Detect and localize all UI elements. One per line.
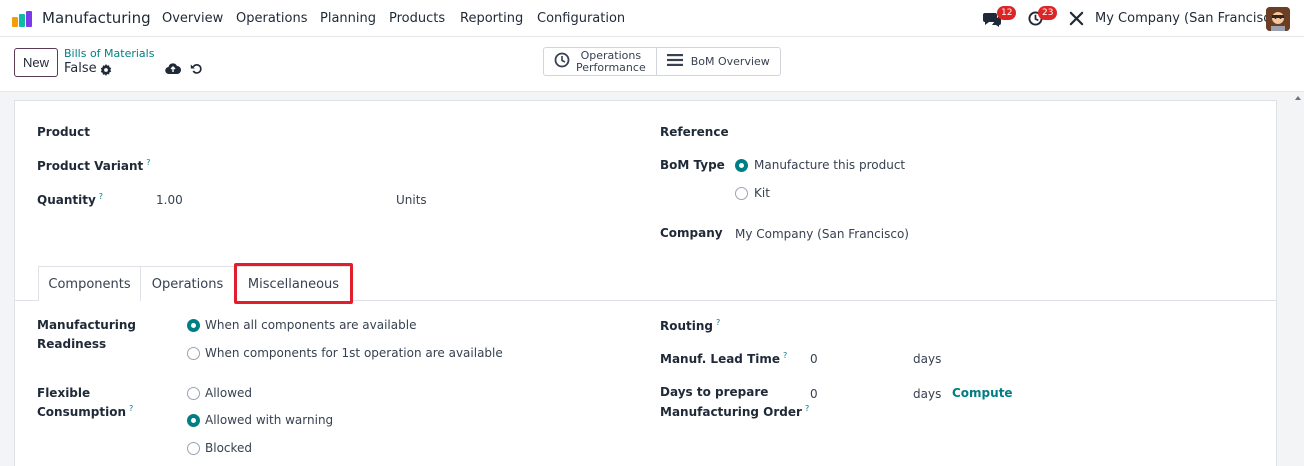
discard-undo-icon[interactable]	[190, 62, 203, 79]
uom-field[interactable]: Units	[396, 193, 427, 207]
top-navbar: Manufacturing Overview Operations Planni…	[0, 0, 1304, 37]
menu-planning[interactable]: Planning	[320, 11, 376, 26]
company-field[interactable]: My Company (San Francisco)	[735, 227, 909, 241]
menu-overview[interactable]: Overview	[162, 11, 223, 26]
save-cloud-icon[interactable]	[165, 62, 181, 79]
new-button[interactable]: New	[14, 48, 58, 77]
bom-type-kit-radio[interactable]	[735, 187, 748, 200]
help-icon[interactable]: ?	[716, 318, 720, 327]
operations-performance-button[interactable]: Operations Performance	[544, 48, 656, 75]
help-icon[interactable]: ?	[805, 404, 809, 413]
user-avatar[interactable]	[1266, 7, 1290, 31]
smart-buttons: Operations Performance BoM Overview	[543, 47, 781, 76]
consumption-blocked-radio[interactable]	[187, 442, 200, 455]
readiness-label-line1: Manufacturing	[37, 318, 136, 332]
record-name: False	[64, 61, 97, 76]
help-icon[interactable]: ?	[146, 158, 150, 167]
form-sheet: Product Product Variant? Quantity? 1.00 …	[14, 100, 1277, 466]
consumption-label-line1: Flexible	[37, 386, 91, 400]
tab-components[interactable]: Components	[38, 266, 141, 301]
consumption-allowed-radio[interactable]	[187, 387, 200, 400]
lead-time-label: Manuf. Lead Time?	[660, 351, 788, 366]
bom-overview-button[interactable]: BoM Overview	[655, 48, 780, 75]
smart-button-label-line2: Performance	[576, 60, 646, 74]
gear-icon[interactable]	[100, 64, 112, 80]
clock-icon	[554, 52, 570, 72]
quantity-label: Quantity?	[37, 192, 104, 207]
consumption-option[interactable]: Allowed with warning	[205, 413, 333, 427]
product-variant-label: Product Variant?	[37, 158, 151, 173]
scroll-up-arrow-icon[interactable]	[1295, 96, 1301, 100]
control-panel: New Bills of Materials False Operations …	[0, 37, 1304, 92]
bom-type-manufacture-radio[interactable]	[735, 159, 748, 172]
help-icon[interactable]: ?	[129, 404, 133, 413]
consumption-warning-radio[interactable]	[187, 414, 200, 427]
bom-type-option[interactable]: Manufacture this product	[754, 158, 905, 172]
help-icon[interactable]: ?	[783, 351, 787, 360]
bom-type-option[interactable]: Kit	[754, 186, 770, 200]
breadcrumb-bills-of-materials[interactable]: Bills of Materials	[64, 47, 154, 60]
menu-reporting[interactable]: Reporting	[460, 11, 523, 26]
prepare-label-line1: Days to prepare	[660, 385, 769, 399]
tools-icon[interactable]	[1069, 11, 1084, 30]
app-name[interactable]: Manufacturing	[42, 9, 151, 27]
consumption-label-line2: Consumption?	[37, 404, 134, 419]
readiness-option[interactable]: When all components are available	[205, 318, 416, 332]
lead-time-unit: days	[913, 352, 942, 366]
menu-configuration[interactable]: Configuration	[537, 11, 625, 26]
readiness-option[interactable]: When components for 1st operation are av…	[205, 346, 503, 360]
company-label: Company	[660, 226, 723, 240]
readiness-all-components-radio[interactable]	[187, 319, 200, 332]
tab-operations[interactable]: Operations	[140, 266, 235, 301]
menu-operations[interactable]: Operations	[236, 11, 307, 26]
activities-badge: 23	[1038, 6, 1058, 20]
product-label: Product	[37, 125, 90, 139]
readiness-first-operation-radio[interactable]	[187, 347, 200, 360]
quantity-input[interactable]: 1.00	[156, 193, 183, 207]
company-switcher[interactable]: My Company (San Francisco)	[1095, 11, 1283, 26]
routing-label: Routing?	[660, 318, 721, 333]
prepare-days-input[interactable]: 0	[810, 387, 818, 401]
consumption-option[interactable]: Allowed	[205, 386, 252, 400]
prepare-label-line2: Manufacturing Order?	[660, 404, 810, 419]
reference-label: Reference	[660, 125, 729, 139]
lead-time-input[interactable]: 0	[810, 352, 818, 366]
bom-type-label: BoM Type	[660, 158, 725, 172]
list-icon	[666, 53, 683, 70]
consumption-option[interactable]: Blocked	[205, 441, 252, 455]
help-icon[interactable]: ?	[99, 192, 103, 201]
readiness-label-line2: Readiness	[37, 337, 107, 351]
scrollbar[interactable]	[1292, 92, 1304, 466]
messages-badge: 12	[997, 6, 1017, 20]
compute-button[interactable]: Compute	[952, 386, 1013, 400]
smart-button-label-line1: Operations	[580, 48, 642, 62]
tab-highlight-box	[234, 263, 353, 304]
manufacturing-app-icon[interactable]	[12, 11, 32, 27]
smart-button-label: BoM Overview	[690, 55, 770, 68]
prepare-days-unit: days	[913, 387, 942, 401]
menu-products[interactable]: Products	[389, 11, 445, 26]
